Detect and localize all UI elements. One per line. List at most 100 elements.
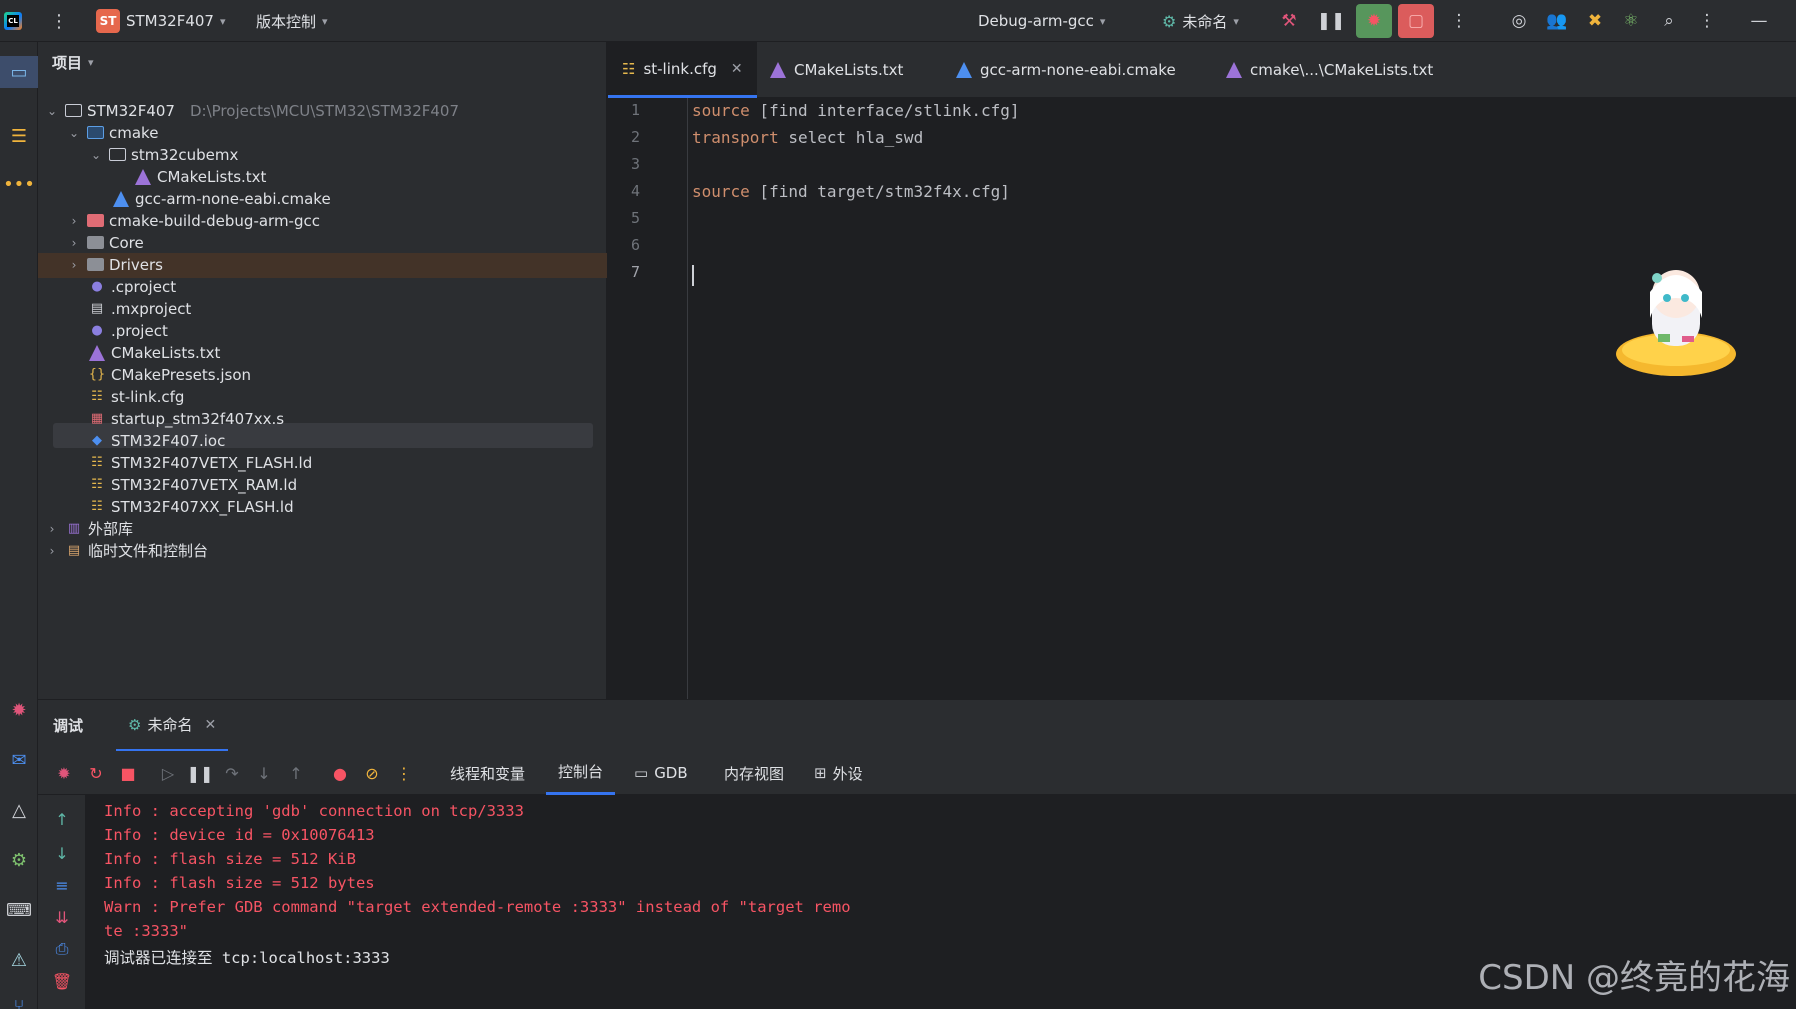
more-actions-icon[interactable]: ⋮ bbox=[1446, 8, 1472, 34]
plugin-atom-icon[interactable]: ⚛ bbox=[1618, 8, 1644, 34]
minimize-icon[interactable]: — bbox=[1746, 8, 1772, 34]
eclipse-file-icon: ● bbox=[91, 323, 103, 338]
cmake-icon[interactable]: △ bbox=[0, 794, 38, 826]
chevron-down-icon[interactable]: ⌄ bbox=[66, 126, 82, 140]
breakpoints-icon[interactable]: ● bbox=[328, 761, 352, 785]
library-icon: ▥ bbox=[67, 521, 81, 536]
chevron-right-icon[interactable]: › bbox=[66, 258, 82, 272]
tab-gcc-cmake[interactable]: gcc-arm-none-eabi.cmake bbox=[942, 42, 1190, 98]
tree-item-label: STM32F407.ioc bbox=[111, 431, 226, 450]
tab-cmake-sub-cmakelists[interactable]: cmake\...\CMakeLists.txt bbox=[1212, 42, 1447, 98]
step-out-icon[interactable]: ↑ bbox=[284, 761, 308, 785]
git-icon[interactable]: ⑂ bbox=[0, 990, 38, 1009]
tree-item-label: CMakeLists.txt bbox=[157, 167, 267, 186]
console-side-toolbar: ↑ ↓ ≡ ⇊ ⎙ 🗑 bbox=[38, 795, 86, 1009]
tab-cmakelists[interactable]: CMakeLists.txt bbox=[756, 42, 917, 98]
project-view-icon[interactable]: ▭ bbox=[0, 56, 38, 88]
ai-assistant-icon[interactable]: ◎ bbox=[1506, 8, 1532, 34]
mute-breakpoints-icon[interactable]: ⊘ bbox=[360, 761, 384, 785]
tree-item-label: .mxproject bbox=[111, 299, 192, 318]
debug-bug-button[interactable]: ✹ bbox=[1356, 4, 1392, 38]
debug-target-label: 未命名 bbox=[1182, 12, 1228, 31]
keyword: transport bbox=[692, 128, 779, 147]
resume-icon[interactable]: ▷ bbox=[156, 761, 180, 785]
debug-target-selector[interactable]: ⚙ 未命名 ▾ bbox=[1162, 0, 1239, 42]
tree-item-label: .cproject bbox=[111, 277, 177, 296]
step-into-icon[interactable]: ↓ bbox=[252, 761, 276, 785]
app-logo-icon[interactable] bbox=[4, 0, 22, 42]
pause-icon[interactable]: ❚❚ bbox=[187, 761, 214, 785]
tree-item-label: cmake bbox=[109, 123, 159, 142]
subtab-peripherals[interactable]: ⊞ 外设 bbox=[802, 751, 875, 795]
rerun-icon[interactable]: ↻ bbox=[84, 761, 108, 785]
more-tools-icon[interactable]: ••• bbox=[0, 168, 38, 200]
debug-session-tab[interactable]: ⚙ 未命名 ✕ bbox=[116, 700, 229, 752]
subtab-label: 控制台 bbox=[558, 763, 604, 781]
tree-item-label: Core bbox=[109, 233, 144, 252]
project-switcher[interactable]: ST STM32F407 ▾ bbox=[96, 0, 226, 42]
more-options-icon[interactable]: ⋮ bbox=[392, 761, 416, 785]
project-path-hint: D:\Projects\MCU\STM32\STM32F407 bbox=[189, 101, 460, 120]
excluded-folder-icon bbox=[87, 214, 104, 227]
clear-trash-icon[interactable]: 🗑 bbox=[50, 969, 74, 993]
build-hammer-icon[interactable]: ⚒ bbox=[1276, 8, 1302, 34]
subtab-memory-view[interactable]: 内存视图 bbox=[712, 751, 796, 795]
subtab-gdb[interactable]: ▭ GDB bbox=[622, 751, 700, 795]
services-gear-icon[interactable]: ⚙ bbox=[0, 844, 38, 876]
collaboration-icon[interactable]: 👥 bbox=[1544, 8, 1570, 34]
problems-icon[interactable]: ⚠ bbox=[0, 944, 38, 976]
tree-item-scratches[interactable]: › ▤ 临时文件和控制台 bbox=[44, 538, 208, 563]
subtab-threads-variables[interactable]: 线程和变量 bbox=[438, 751, 537, 795]
soft-wrap-icon[interactable]: ≡ bbox=[50, 873, 74, 897]
chevron-right-icon[interactable]: › bbox=[44, 522, 60, 536]
cmake-file-icon bbox=[956, 62, 972, 78]
tree-item-label: .project bbox=[111, 321, 168, 340]
tree-item-label: stm32cubemx bbox=[131, 145, 239, 164]
cmake-folder-icon bbox=[87, 126, 104, 139]
title-bar: ⋮ ST STM32F407 ▾ 版本控制 ▾ Debug-arm-gcc ▾ … bbox=[0, 0, 1796, 42]
debug-tool-icon[interactable]: ✹ bbox=[0, 694, 38, 726]
subtab-label: 外设 bbox=[832, 764, 863, 783]
structure-icon[interactable]: ☰ bbox=[0, 120, 38, 152]
scroll-to-end-icon[interactable]: ⇊ bbox=[50, 905, 74, 929]
chevron-right-icon[interactable]: › bbox=[44, 544, 60, 558]
tools-icon[interactable]: ✖ bbox=[1582, 8, 1608, 34]
pause-icon[interactable]: ❚❚ bbox=[1317, 8, 1346, 34]
chevron-right-icon[interactable]: › bbox=[66, 236, 82, 250]
run-config-label: Debug-arm-gcc bbox=[978, 12, 1094, 30]
scroll-up-icon[interactable]: ↑ bbox=[50, 807, 74, 831]
code-editor[interactable]: source [find interface/stlink.cfg] trans… bbox=[689, 98, 1796, 699]
settings-more-icon[interactable]: ⋮ bbox=[1694, 8, 1720, 34]
chevron-right-icon[interactable]: › bbox=[66, 214, 82, 228]
chip-icon: ⚙ bbox=[128, 715, 142, 734]
print-icon[interactable]: ⎙ bbox=[50, 937, 74, 961]
stop-button[interactable]: ▢ bbox=[1398, 4, 1434, 38]
chevron-down-icon: ▾ bbox=[88, 55, 94, 69]
subtab-console[interactable]: 控制台 bbox=[546, 751, 616, 795]
subtab-label: 内存视图 bbox=[724, 764, 785, 783]
scroll-down-icon[interactable]: ↓ bbox=[50, 841, 74, 865]
vcs-menu[interactable]: 版本控制 ▾ bbox=[256, 0, 328, 42]
search-icon[interactable]: ⌕ bbox=[1656, 8, 1682, 34]
messages-icon[interactable]: ✉ bbox=[0, 744, 38, 776]
scratches-icon: ▤ bbox=[67, 543, 81, 558]
terminal-icon[interactable]: ⌨ bbox=[0, 894, 38, 926]
console-line: Info : flash size = 512 KiB bbox=[104, 850, 356, 868]
cmake-file-icon bbox=[88, 344, 106, 362]
chevron-down-icon[interactable]: ⌄ bbox=[44, 104, 60, 118]
close-icon[interactable]: ✕ bbox=[731, 61, 743, 77]
step-over-icon[interactable]: ↷ bbox=[220, 761, 244, 785]
tab-st-link-cfg[interactable]: ☷ st-link.cfg ✕ bbox=[608, 42, 757, 98]
chevron-down-icon: ▾ bbox=[219, 14, 226, 28]
tree-item-label: Drivers bbox=[109, 255, 163, 274]
config-file-icon: ☷ bbox=[622, 59, 636, 78]
stop-icon[interactable]: ■ bbox=[116, 761, 140, 785]
close-icon[interactable]: ✕ bbox=[204, 717, 216, 733]
debug-bug-icon[interactable]: ✹ bbox=[52, 761, 76, 785]
run-config-selector[interactable]: Debug-arm-gcc ▾ bbox=[978, 0, 1105, 42]
chevron-down-icon[interactable]: ⌄ bbox=[88, 148, 104, 162]
project-panel-header[interactable]: 项目 ▾ bbox=[38, 42, 607, 82]
main-menu-icon[interactable]: ⋮ bbox=[50, 0, 68, 42]
watermark: CSDN @终竟的花海 bbox=[1478, 958, 1790, 998]
console-line: Info : device id = 0x10076413 bbox=[104, 826, 375, 844]
